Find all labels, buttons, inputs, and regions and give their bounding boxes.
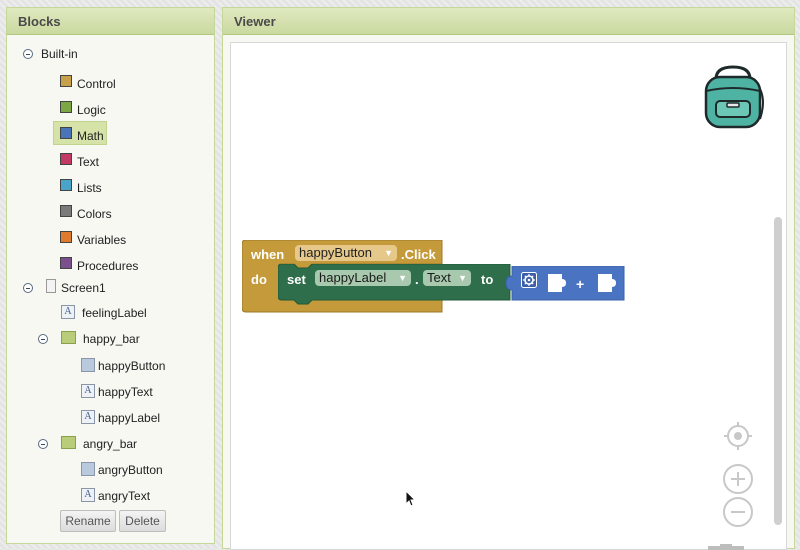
to-label: to: [481, 272, 494, 287]
blocks-panel: Blocks Built-in Control Logic Math Text List…: [6, 7, 215, 544]
dropdown-arrow-icon: ▼: [458, 273, 467, 283]
button-icon: [81, 358, 95, 372]
builtin-label: Built-in: [41, 47, 78, 61]
category-color-swatch: [60, 179, 72, 191]
setter-component-dropdown[interactable]: happyLabel ▼: [315, 270, 411, 286]
category-color-swatch: [60, 231, 72, 243]
category-text[interactable]: Text: [60, 150, 180, 172]
label-icon: A: [81, 384, 95, 398]
category-procedures[interactable]: Procedures: [60, 254, 180, 276]
dot-label: .: [415, 272, 419, 287]
setter-component-label: happyLabel: [319, 270, 387, 285]
backpack-icon[interactable]: [698, 61, 768, 131]
category-label: Text: [77, 155, 100, 169]
blocks-tree: Built-in Control Logic Math Text Lists Colors…: [7, 36, 214, 543]
recenter-icon[interactable]: [723, 421, 753, 451]
category-color-swatch: [60, 257, 72, 269]
category-label: Procedures: [77, 259, 139, 273]
viewer-panel-title: Viewer: [223, 8, 794, 35]
collapse-icon[interactable]: [38, 439, 48, 449]
button-icon: [81, 462, 95, 476]
tree-item-screen1[interactable]: Screen1: [23, 277, 203, 299]
blocks-workspace[interactable]: when happyButton ▼ .Click do set happyLa…: [230, 42, 787, 550]
event-component-dropdown[interactable]: happyButton ▼: [295, 245, 397, 261]
set-label: set: [287, 272, 306, 287]
category-label: Logic: [77, 103, 106, 117]
viewer-panel: Viewer when happyButton ▼ .Click do set …: [222, 7, 795, 550]
angry-text-label: angryText: [98, 489, 151, 503]
property-dropdown[interactable]: Text ▼: [423, 270, 471, 286]
dropdown-arrow-icon: ▼: [398, 273, 407, 283]
tree-item-happy-label[interactable]: A happyLabel: [81, 407, 211, 429]
category-label: Math: [77, 129, 104, 143]
delete-button[interactable]: Delete: [119, 510, 166, 532]
category-colors[interactable]: Colors: [60, 202, 180, 224]
label-icon: A: [81, 488, 95, 502]
category-label: Lists: [77, 181, 102, 195]
zoom-out-icon[interactable]: [722, 496, 754, 528]
tree-item-happy-text[interactable]: A happyText: [81, 381, 211, 403]
category-label: Control: [77, 77, 116, 91]
angry-button-label: angryButton: [98, 463, 163, 477]
screen-label: Screen1: [61, 281, 106, 295]
category-label: Variables: [77, 233, 127, 247]
event-name-label: .Click: [401, 247, 436, 262]
screen-icon: [46, 279, 56, 293]
arrangement-icon: [61, 331, 76, 344]
do-label: do: [251, 272, 267, 287]
category-color-swatch: [60, 101, 72, 113]
category-color-swatch: [60, 153, 72, 165]
tree-item-angry-button[interactable]: angryButton: [81, 459, 211, 481]
category-label: Colors: [77, 207, 112, 221]
tree-item-builtin[interactable]: Built-in: [23, 43, 203, 65]
gear-icon[interactable]: [521, 272, 537, 288]
plus-label: +: [576, 276, 585, 292]
tree-item-feeling-label[interactable]: A feelingLabel: [59, 302, 209, 324]
event-component-label: happyButton: [299, 245, 373, 260]
blocks-panel-title: Blocks: [7, 8, 214, 35]
zoom-in-icon[interactable]: [722, 463, 754, 495]
label-icon: A: [61, 305, 75, 319]
arrangement-icon: [61, 436, 76, 449]
cursor-icon: [405, 490, 417, 507]
when-label: when: [251, 247, 285, 262]
happy-label-label: happyLabel: [98, 411, 161, 425]
category-variables[interactable]: Variables: [60, 228, 180, 250]
vertical-scrollbar[interactable]: [774, 217, 782, 525]
category-lists[interactable]: Lists: [60, 176, 180, 198]
category-color-swatch: [60, 205, 72, 217]
collapse-icon[interactable]: [38, 334, 48, 344]
happy-bar-label: happy_bar: [83, 332, 140, 346]
category-color-swatch: [60, 75, 72, 87]
angry-bar-label: angry_bar: [83, 437, 138, 451]
happy-text-label: happyText: [98, 385, 153, 399]
happy-button-label: happyButton: [98, 359, 166, 373]
category-math[interactable]: Math: [60, 124, 180, 146]
collapse-icon[interactable]: [23, 283, 33, 293]
category-logic[interactable]: Logic: [60, 98, 180, 120]
rename-button[interactable]: Rename: [60, 510, 116, 532]
trash-icon[interactable]: [708, 544, 744, 550]
category-color-swatch: [60, 127, 72, 139]
property-label: Text: [427, 270, 451, 285]
tree-item-happy-bar[interactable]: happy_bar: [38, 328, 208, 350]
tree-item-angry-bar[interactable]: angry_bar: [38, 433, 208, 455]
feeling-label-text: feelingLabel: [82, 306, 147, 320]
dropdown-arrow-icon: ▼: [384, 248, 393, 258]
collapse-icon[interactable]: [23, 49, 33, 59]
tree-item-happy-button[interactable]: happyButton: [81, 355, 211, 377]
tree-item-angry-text[interactable]: A angryText: [81, 485, 211, 507]
category-control[interactable]: Control: [60, 72, 180, 94]
label-icon: A: [81, 410, 95, 424]
